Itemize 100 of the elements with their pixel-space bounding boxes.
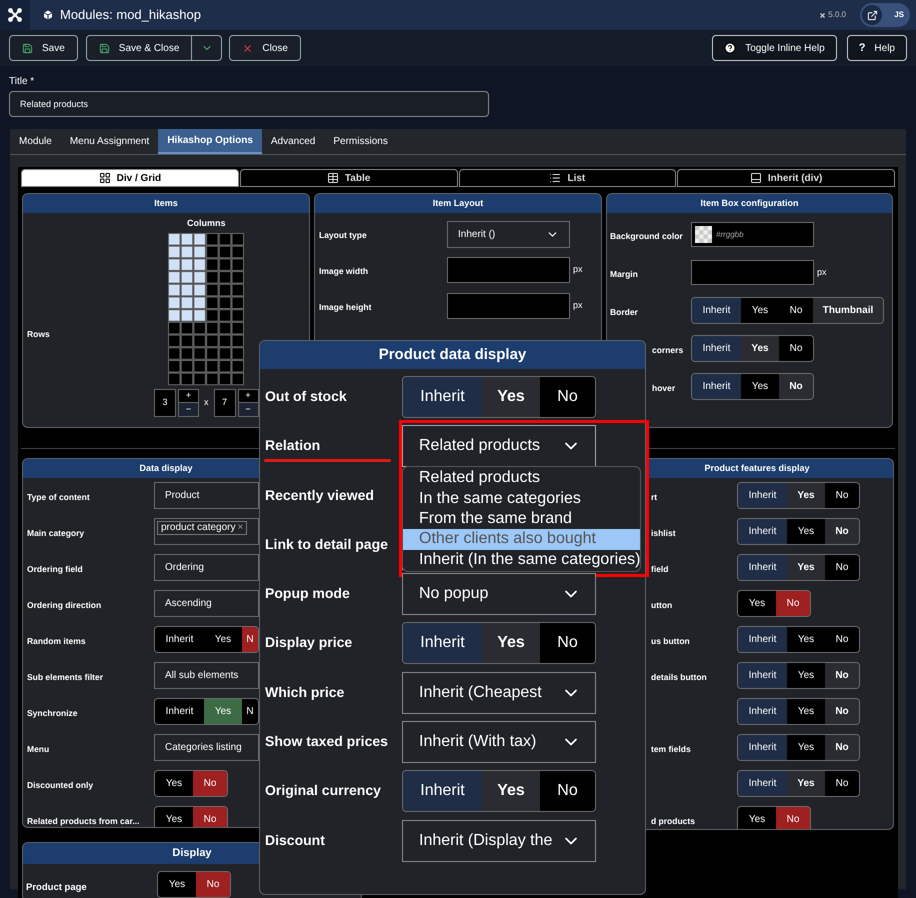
toggle-option[interactable]: Yes	[787, 627, 825, 652]
toggle-option[interactable]: No	[776, 591, 810, 616]
dropdown-option[interactable]: Inherit (In the same categories)	[403, 550, 640, 570]
layout-tab[interactable]: List	[458, 169, 676, 187]
toggle-option[interactable]: Yes	[787, 519, 825, 544]
toggle-option[interactable]: Inherit	[155, 699, 204, 724]
select-field[interactable]: Ascending	[154, 590, 259, 617]
toggle-option[interactable]: Yes	[787, 735, 825, 760]
toggle-option[interactable]: Inherit	[738, 735, 787, 760]
toggle-option[interactable]: Yes	[787, 663, 825, 688]
dropdown-option[interactable]: In the same categories	[403, 488, 640, 510]
toggle-option[interactable]: No	[825, 663, 859, 688]
toggle-option[interactable]: No	[540, 771, 595, 812]
toggle-option[interactable]: Yes	[482, 623, 540, 664]
toggle-option[interactable]: No	[193, 771, 227, 796]
toggle-option[interactable]: Yes	[787, 699, 825, 724]
tab[interactable]: Menu Assignment	[60, 129, 158, 154]
toggle-option[interactable]: Inherit	[738, 699, 787, 724]
toggle-option[interactable]: N	[242, 699, 258, 724]
toggle-option[interactable]: No	[825, 771, 859, 796]
select-field[interactable]: Ordering	[154, 554, 259, 581]
toggle-option[interactable]: Yes	[787, 483, 825, 508]
tab[interactable]: Hikashop Options	[158, 129, 262, 154]
toggle-option[interactable]: No	[825, 699, 859, 724]
toggle-option[interactable]: Yes	[738, 591, 776, 616]
select-field[interactable]: Inherit (With tax)	[402, 721, 596, 764]
select-field[interactable]: All sub elements	[154, 662, 259, 689]
increment-button[interactable]: +	[238, 390, 258, 402]
layout-tab[interactable]: Table	[240, 169, 458, 187]
tab[interactable]: Module	[10, 129, 61, 154]
toggle-option[interactable]: Inherit	[403, 377, 482, 417]
toggle-option[interactable]: Yes	[204, 699, 242, 724]
toggle-option[interactable]: No	[193, 807, 227, 827]
number-field[interactable]: 7	[214, 388, 236, 416]
toggle-option[interactable]: Yes	[787, 771, 825, 796]
toggle-option[interactable]: Yes	[741, 336, 779, 361]
toggle-option[interactable]: No	[825, 519, 859, 544]
toggle-option[interactable]: No	[779, 336, 813, 361]
select-field[interactable]: No popup	[402, 573, 596, 616]
decrement-button[interactable]: −	[179, 402, 198, 416]
toggle-option[interactable]: No	[825, 735, 859, 760]
toggle-option[interactable]: Inherit	[738, 519, 787, 544]
toggle-option[interactable]: No	[825, 627, 859, 652]
toggle-option[interactable]: Yes	[158, 872, 196, 896]
toggle-option[interactable]: Inherit	[738, 627, 787, 652]
toggle-option[interactable]: Yes	[155, 771, 193, 796]
toggle-option[interactable]: Inherit	[738, 555, 787, 580]
help-button[interactable]: ? Help	[846, 35, 907, 61]
select-field[interactable]: Inherit ()	[447, 220, 570, 248]
increment-button[interactable]: +	[179, 390, 198, 402]
toggle-option[interactable]: Yes	[482, 377, 540, 417]
toggle-option[interactable]: Yes	[738, 807, 776, 829]
toggle-option[interactable]: Inherit	[738, 483, 787, 508]
category-tag[interactable]: product category ×	[157, 521, 248, 535]
toggle-option[interactable]: Inherit	[692, 336, 741, 361]
tab[interactable]: Permissions	[324, 129, 397, 154]
dropdown-toggle[interactable]	[192, 35, 222, 61]
layout-tab[interactable]: Div / Grid	[21, 169, 239, 187]
input-field[interactable]	[447, 293, 570, 319]
toggle-option[interactable]: Yes	[204, 627, 242, 652]
select-field[interactable]: Inherit (Cheapest	[402, 672, 596, 714]
toggle-option[interactable]: Yes	[741, 374, 779, 399]
category-field[interactable]: product category ×	[154, 518, 259, 545]
toggle-option[interactable]: No	[825, 555, 859, 580]
item-grid-drawing[interactable]	[168, 232, 245, 386]
toggle-option[interactable]: No	[540, 377, 595, 417]
toggle-option[interactable]: No	[779, 374, 813, 399]
close-button[interactable]: Close	[229, 35, 301, 61]
input-field[interactable]	[691, 260, 814, 285]
toggle-option[interactable]: Yes	[482, 771, 540, 812]
dropdown-option[interactable]: Related products	[403, 468, 640, 489]
save-button[interactable]: Save	[9, 35, 78, 61]
toggle-option[interactable]: Yes	[741, 298, 779, 323]
toggle-option[interactable]: No	[540, 623, 595, 664]
toggle-option[interactable]: Yes	[787, 555, 825, 580]
toggle-option[interactable]: N	[242, 627, 258, 652]
save-close-button[interactable]: Save & Close	[86, 35, 192, 61]
tab[interactable]: Advanced	[262, 129, 324, 154]
toggle-option[interactable]: Thumbnail	[813, 298, 883, 323]
toggle-option[interactable]: Inherit	[403, 623, 482, 664]
toggle-option[interactable]: Inherit	[738, 663, 787, 688]
user-menu-button[interactable]: JS	[860, 3, 910, 27]
toggle-option[interactable]: Inherit	[738, 771, 787, 796]
dropdown-option[interactable]: From the same brand	[403, 509, 640, 530]
input-field[interactable]	[447, 257, 570, 283]
toggle-option[interactable]: Inherit	[155, 627, 204, 652]
decrement-button[interactable]: −	[238, 402, 258, 416]
inline-help-button[interactable]: Toggle Inline Help	[712, 35, 837, 61]
select-field[interactable]: Product	[154, 482, 259, 509]
toggle-option[interactable]: Yes	[155, 807, 193, 827]
toggle-option[interactable]: No	[776, 807, 810, 829]
toggle-option[interactable]: Inherit	[692, 374, 741, 399]
toggle-option[interactable]: No	[825, 483, 859, 508]
select-field[interactable]: Inherit (Display the	[402, 820, 596, 862]
select-field[interactable]: Categories listing	[154, 734, 259, 761]
number-field[interactable]: 3	[154, 388, 176, 416]
toggle-option[interactable]: No	[196, 872, 230, 896]
title-field[interactable]: Related products	[9, 91, 489, 117]
dropdown-option[interactable]: Other clients also bought	[403, 529, 640, 550]
layout-tab[interactable]: Inherit (div)	[677, 169, 895, 187]
